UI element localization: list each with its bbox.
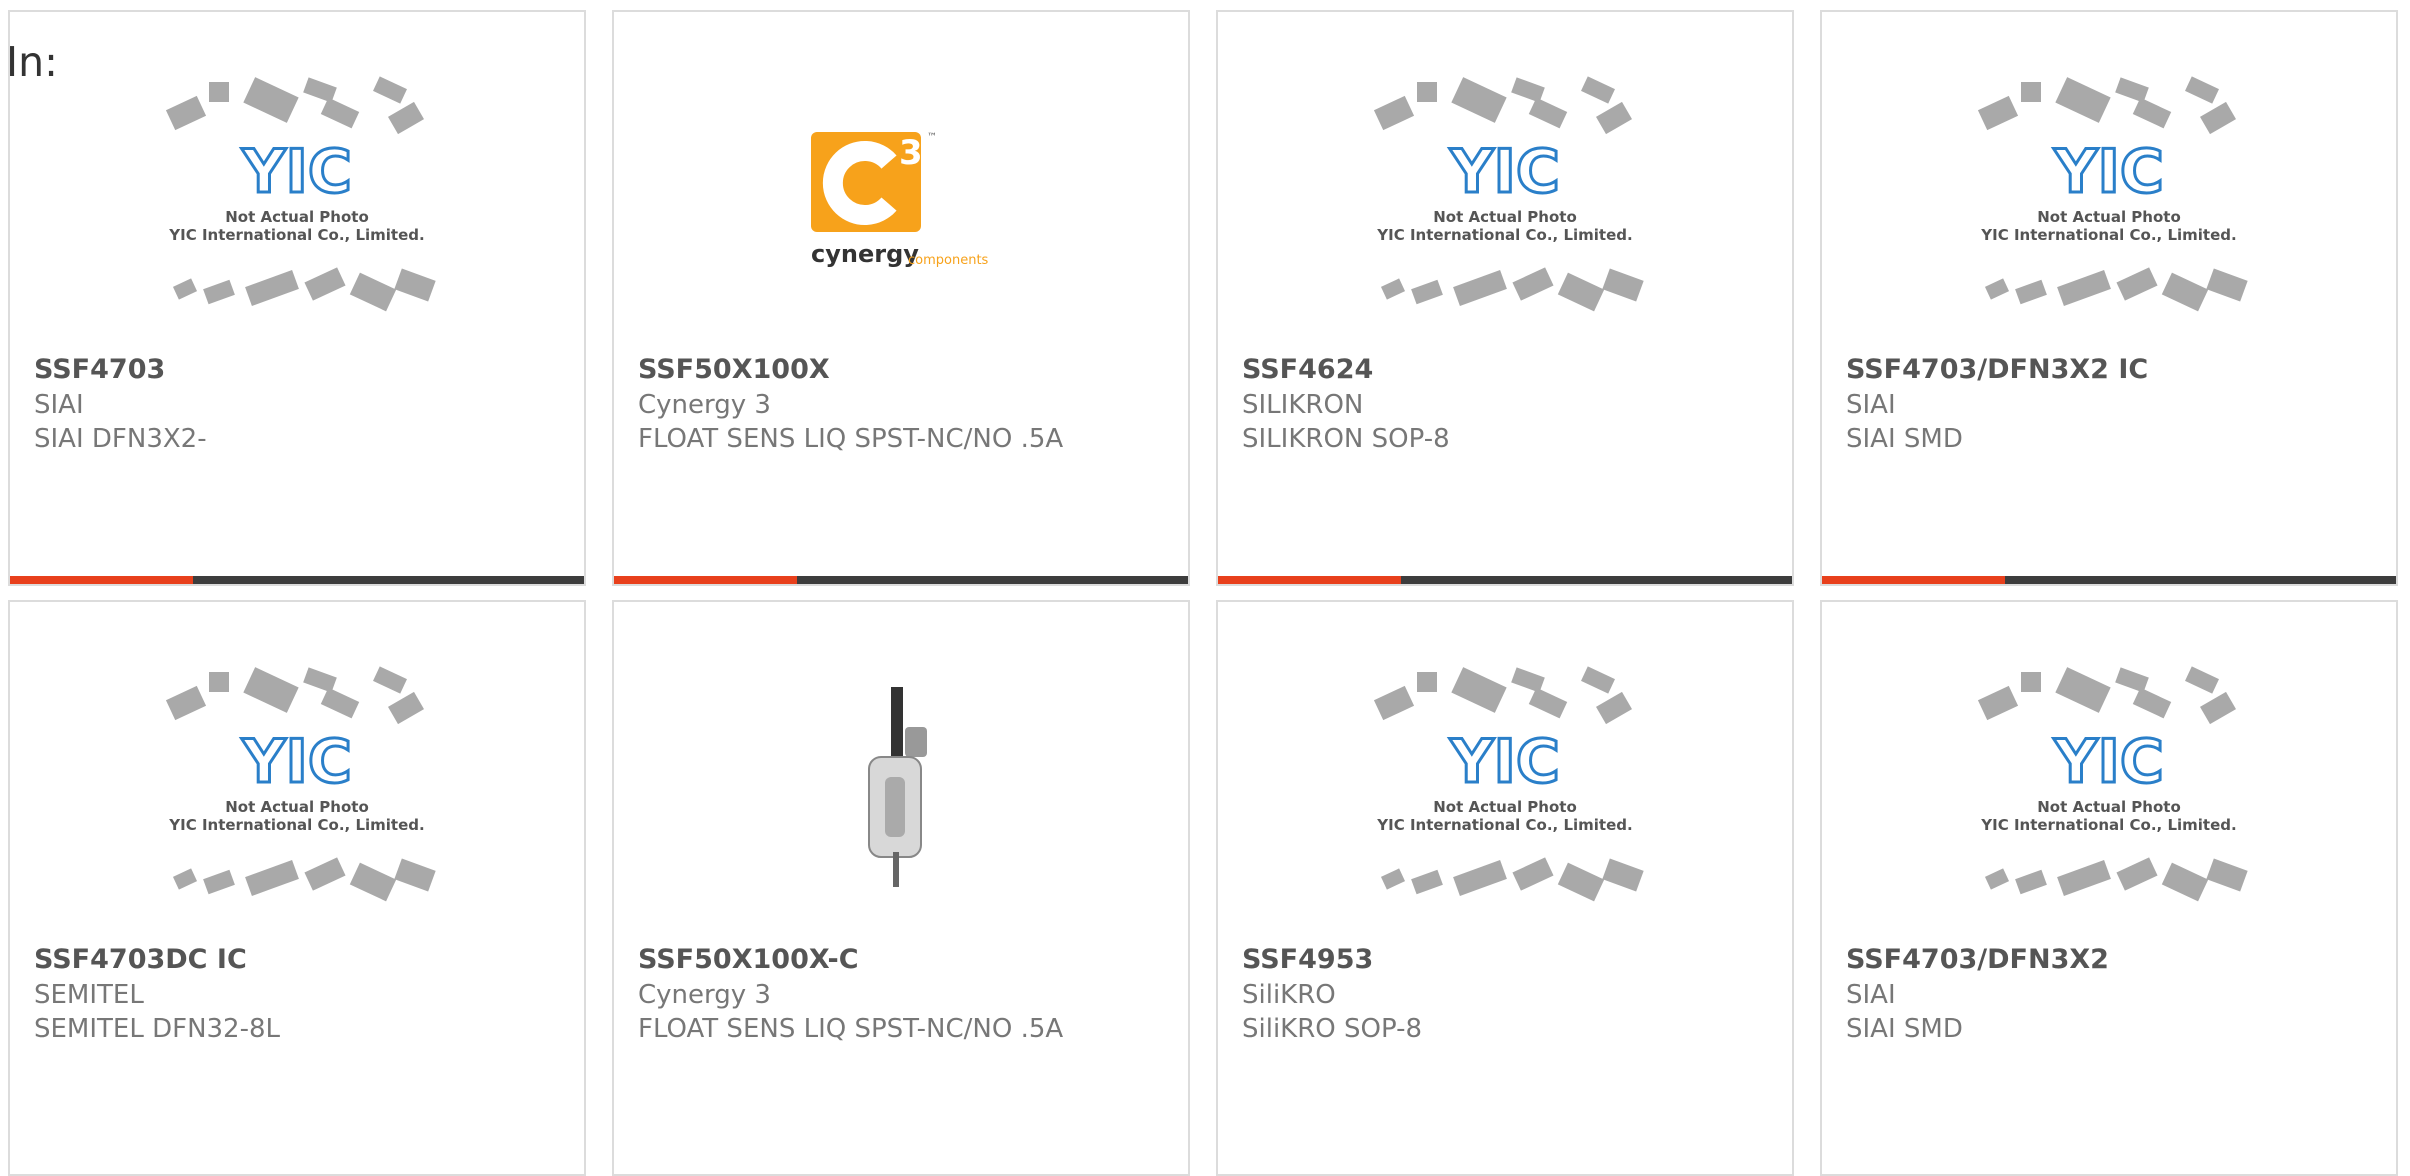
description: SiliKRO SOP-8 xyxy=(1242,1014,1423,1044)
float-sensor-photo xyxy=(614,632,1188,942)
svg-text:3: 3 xyxy=(899,133,923,173)
description: SEMITEL DFN32-8L xyxy=(34,1014,281,1044)
part-number[interactable]: SSF4703DC IC xyxy=(34,942,474,978)
description: SIAI SMD xyxy=(1846,1014,1963,1044)
manufacturer: Cynergy 3 xyxy=(638,390,771,420)
product-card[interactable]: YIC Not Actual Photo YIC International C… xyxy=(8,600,586,1176)
in-label: In: xyxy=(6,38,58,86)
part-number[interactable]: SSF50X100X-C xyxy=(638,942,1078,978)
part-number[interactable]: SSF50X100X xyxy=(638,352,1078,388)
card-bar xyxy=(1218,576,1792,584)
manufacturer: SEMITEL xyxy=(34,980,144,1010)
manufacturer: SIAI xyxy=(1846,980,1896,1010)
product-card[interactable]: YIC Not Actual Photo YIC International C… xyxy=(1216,600,1794,1176)
yic-logo-text: YIC xyxy=(2053,137,2164,207)
product-card[interactable]: SSF50X100X-C Cynergy 3 FLOAT SENS LIQ SP… xyxy=(612,600,1190,1176)
yic-placeholder-graphic: YIC Not Actual Photo YIC International C… xyxy=(1373,666,1644,902)
part-number[interactable]: SSF4703/DFN3X2 xyxy=(1846,942,2286,978)
product-card[interactable]: 3 ™ cynergy components SSF50X100X Cynerg… xyxy=(612,10,1190,586)
cynergy3-logo: 3 ™ cynergy components xyxy=(614,42,1188,352)
part-number[interactable]: SSF4703/DFN3X2 IC xyxy=(1846,352,2286,388)
svg-text:cynergy: cynergy xyxy=(811,240,919,268)
product-card[interactable]: YIC Not Actual Photo YIC International C… xyxy=(1216,10,1794,586)
manufacturer: SiliKRO xyxy=(1242,980,1336,1010)
placeholder-line1: Not Actual Photo xyxy=(2037,798,2181,816)
yic-logo-text: YIC xyxy=(1449,137,1560,207)
yic-logo-text: YIC xyxy=(241,727,352,797)
placeholder-image: YIC Not Actual Photo YIC International C… xyxy=(1822,632,2396,942)
description: FLOAT SENS LIQ SPST-NC/NO .5A xyxy=(638,1014,1064,1044)
description: FLOAT SENS LIQ SPST-NC/NO .5A xyxy=(638,424,1064,454)
card-bar xyxy=(10,576,584,584)
placeholder-line2: YIC International Co., Limited. xyxy=(1376,816,1632,834)
manufacturer: SIAI xyxy=(1846,390,1896,420)
part-number[interactable]: SSF4624 xyxy=(1242,352,1682,388)
description: SIAI DFN3X2- xyxy=(34,424,207,454)
placeholder-line2: YIC International Co., Limited. xyxy=(1376,226,1632,244)
placeholder-line2: YIC International Co., Limited. xyxy=(168,816,424,834)
placeholder-line1: Not Actual Photo xyxy=(2037,208,2181,226)
manufacturer: SIAI xyxy=(34,390,84,420)
yic-logo-text: YIC xyxy=(2053,727,2164,797)
manufacturer: SILIKRON xyxy=(1242,390,1364,420)
card-bar xyxy=(1822,576,2396,584)
product-card[interactable]: YIC Not Actual Photo YIC International C… xyxy=(1820,10,2398,586)
card-bar xyxy=(614,576,1188,584)
placeholder-line1: Not Actual Photo xyxy=(1433,798,1577,816)
product-card[interactable]: YIC Not Actual Photo YIC International C… xyxy=(1820,600,2398,1176)
part-number[interactable]: SSF4703 xyxy=(34,352,474,388)
placeholder-line2: YIC International Co., Limited. xyxy=(1980,816,2236,834)
placeholder-image: YIC Not Actual Photo YIC International C… xyxy=(10,42,584,352)
yic-logo-text: YIC xyxy=(1449,727,1560,797)
placeholder-image: YIC Not Actual Photo YIC International C… xyxy=(10,632,584,942)
placeholder-line2: YIC International Co., Limited. xyxy=(168,226,424,244)
yic-placeholder-graphic: YIC Not Actual Photo YIC International C… xyxy=(1977,666,2248,902)
placeholder-image: YIC Not Actual Photo YIC International C… xyxy=(1218,632,1792,942)
manufacturer: Cynergy 3 xyxy=(638,980,771,1010)
yic-placeholder-graphic: YIC Not Actual Photo YIC International C… xyxy=(1373,76,1644,312)
yic-placeholder-graphic: YIC Not Actual Photo YIC International C… xyxy=(1977,76,2248,312)
svg-text:™: ™ xyxy=(927,132,937,143)
placeholder-image: YIC Not Actual Photo YIC International C… xyxy=(1822,42,2396,352)
part-number[interactable]: SSF4953 xyxy=(1242,942,1682,978)
description: SILIKRON SOP-8 xyxy=(1242,424,1450,454)
svg-text:components: components xyxy=(908,253,989,268)
placeholder-image: YIC Not Actual Photo YIC International C… xyxy=(1218,42,1792,352)
yic-logo-text: YIC xyxy=(241,137,352,207)
placeholder-line1: Not Actual Photo xyxy=(1433,208,1577,226)
product-card[interactable]: YIC Not Actual Photo YIC International C… xyxy=(8,10,586,586)
placeholder-line1: Not Actual Photo xyxy=(225,208,369,226)
yic-placeholder-graphic: YIC Not Actual Photo YIC International C… xyxy=(165,666,436,902)
yic-placeholder-graphic: YIC Not Actual Photo YIC International C… xyxy=(165,76,436,312)
placeholder-line1: Not Actual Photo xyxy=(225,798,369,816)
description: SIAI SMD xyxy=(1846,424,1963,454)
placeholder-line2: YIC International Co., Limited. xyxy=(1980,226,2236,244)
